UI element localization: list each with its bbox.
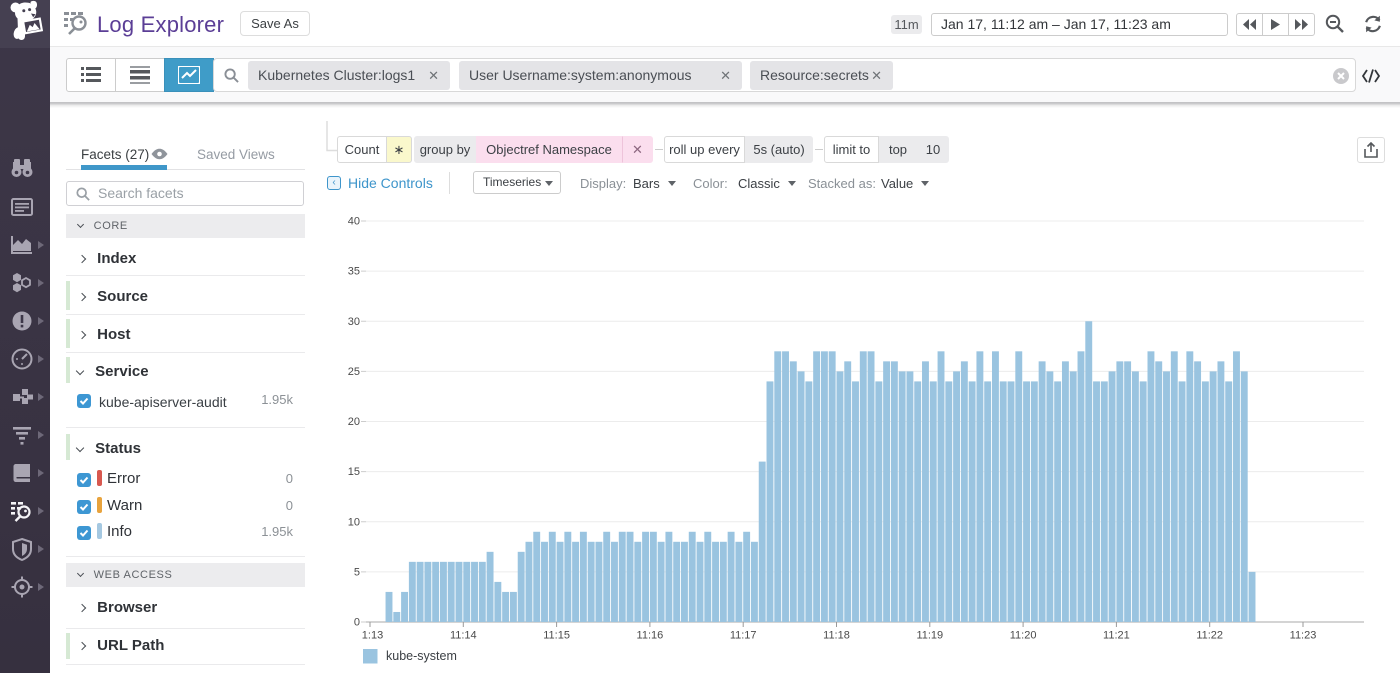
svg-text:40: 40 — [348, 216, 360, 228]
svg-text:10: 10 — [348, 516, 360, 528]
svg-text:11:18: 11:18 — [823, 630, 850, 642]
svg-text:11:14: 11:14 — [450, 630, 477, 642]
svg-text:11:16: 11:16 — [637, 630, 664, 642]
svg-text:11:22: 11:22 — [1196, 630, 1223, 642]
svg-text:20: 20 — [348, 416, 360, 428]
svg-text:11:20: 11:20 — [1010, 630, 1037, 642]
svg-text:11:23: 11:23 — [1290, 630, 1317, 642]
svg-text:kube-system: kube-system — [386, 649, 457, 663]
svg-text:1:13: 1:13 — [362, 630, 383, 642]
svg-text:11:17: 11:17 — [730, 630, 757, 642]
svg-text:11:15: 11:15 — [543, 630, 570, 642]
svg-text:0: 0 — [354, 617, 360, 629]
svg-text:25: 25 — [348, 366, 360, 378]
svg-text:15: 15 — [348, 466, 360, 478]
svg-text:11:21: 11:21 — [1103, 630, 1130, 642]
svg-text:30: 30 — [348, 316, 360, 328]
svg-text:5: 5 — [354, 566, 360, 578]
svg-text:35: 35 — [348, 266, 360, 278]
svg-text:11:19: 11:19 — [916, 630, 943, 642]
